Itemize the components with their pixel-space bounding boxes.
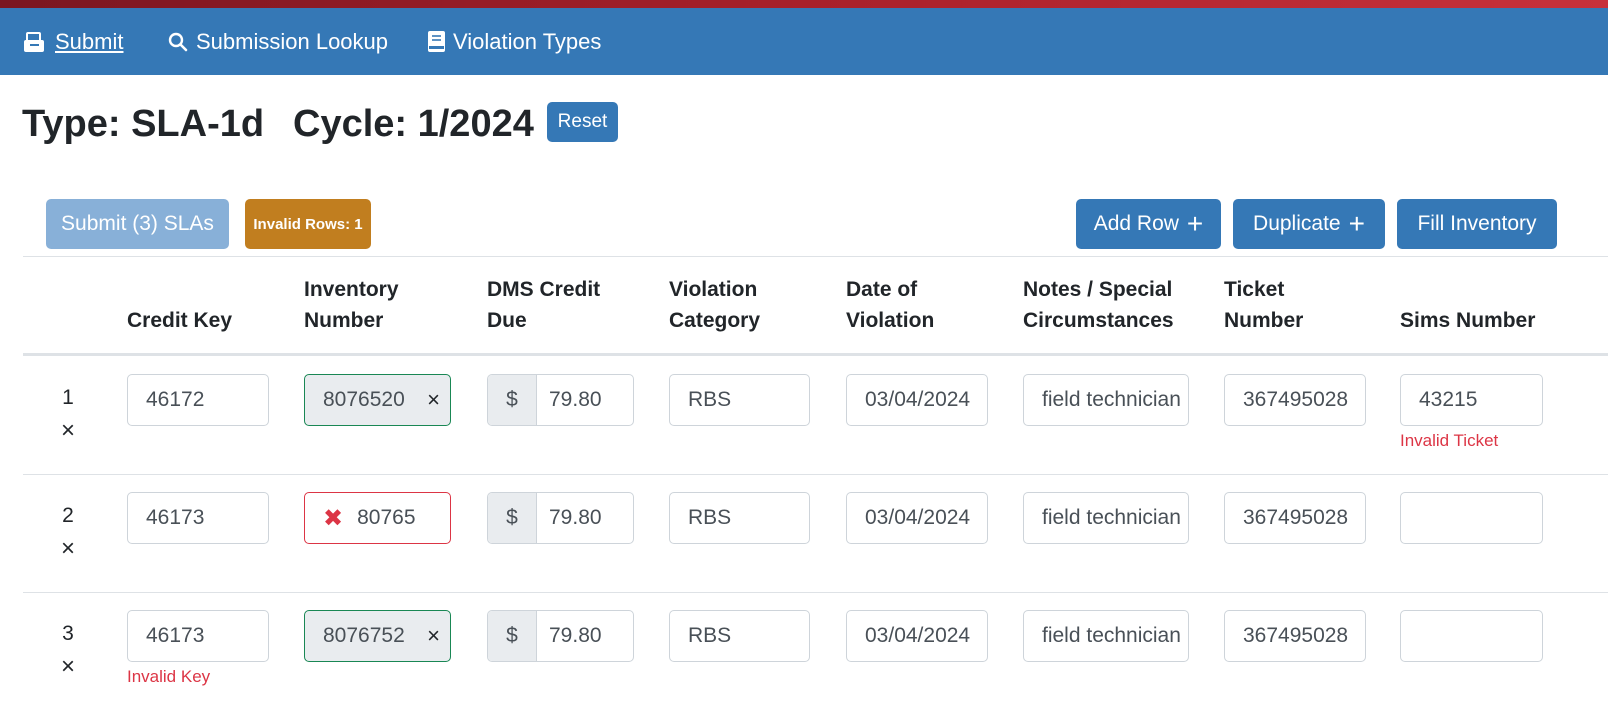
row-divider — [23, 474, 1608, 475]
column-header-line2: Number — [1224, 309, 1304, 332]
column-header-line1: Violation — [669, 278, 758, 301]
credit-key-input[interactable]: 46172 — [127, 374, 269, 426]
delete-row-icon[interactable]: × — [57, 537, 79, 561]
form-type-heading: Type: SLA-1d — [22, 102, 265, 145]
search-icon — [168, 32, 188, 51]
plus-icon: + — [1348, 208, 1365, 239]
violation-category-select[interactable]: RBS — [669, 610, 810, 662]
column-header: Inventory Number — [304, 274, 399, 336]
column-header: Violation Category — [669, 274, 760, 336]
sims-number-input[interactable] — [1400, 610, 1543, 662]
book-icon — [428, 31, 445, 52]
dms-credit-input[interactable]: 79.80 — [537, 493, 633, 543]
dms-credit-input[interactable]: 79.80 — [537, 375, 633, 425]
column-header-line1 — [1400, 274, 1535, 305]
ticket-number-input[interactable]: 367495028 — [1224, 610, 1366, 662]
credit-key-input[interactable]: 46173 — [127, 492, 269, 544]
table-top-divider — [23, 256, 1608, 257]
table-header-divider — [23, 353, 1608, 356]
invalid-icon: ✖ — [323, 504, 344, 532]
column-header: Ticket Number — [1224, 274, 1303, 336]
column-header-line1: Date of — [846, 278, 918, 301]
currency-prefix: $ — [488, 611, 537, 661]
inventory-number-value: 8076520 — [323, 388, 405, 411]
sims-number-input[interactable] — [1400, 492, 1543, 544]
column-header-line2: Credit Key — [127, 309, 233, 332]
currency-prefix: $ — [488, 493, 537, 543]
nav-submit[interactable]: Submit — [23, 8, 123, 75]
notes-input[interactable]: field technician — [1023, 610, 1189, 662]
reset-button[interactable]: Reset — [547, 102, 618, 142]
dms-credit-input-group: $79.80 — [487, 492, 634, 544]
dms-credit-input[interactable]: 79.80 — [537, 611, 633, 661]
inventory-number-input[interactable]: 8076752 × — [304, 610, 451, 662]
date-of-violation-input[interactable]: 03/04/2024 — [846, 374, 988, 426]
column-header: Credit Key — [127, 274, 232, 336]
delete-row-icon[interactable]: × — [57, 419, 79, 443]
column-header-line2: Due — [487, 309, 527, 332]
sims-error-message: Invalid Ticket — [1400, 431, 1499, 450]
column-header-line2: Violation — [846, 309, 935, 332]
add-row-label: Add Row — [1093, 212, 1179, 235]
dms-credit-input-group: $79.80 — [487, 374, 634, 426]
credit-key-input[interactable]: 46173 — [127, 610, 269, 662]
clear-icon[interactable]: × — [427, 388, 440, 412]
column-header-line2: Sims Number — [1400, 309, 1536, 332]
column-header-line1: Notes / Special — [1023, 278, 1173, 301]
nav-submission-lookup[interactable]: Submission Lookup — [168, 8, 388, 75]
column-header-line1: Inventory — [304, 278, 399, 301]
nav-violation-types[interactable]: Violation Types — [428, 8, 601, 75]
clear-icon[interactable]: × — [427, 624, 440, 648]
inventory-number-input[interactable]: ✖ 80765 — [304, 492, 451, 544]
column-header: Notes / Special Circumstances — [1023, 274, 1174, 336]
row-number: 3 — [62, 622, 74, 645]
currency-prefix: $ — [488, 375, 537, 425]
row-number: 1 — [62, 386, 74, 409]
inventory-number-input[interactable]: 8076520 × — [304, 374, 451, 426]
notes-input[interactable]: field technician — [1023, 492, 1189, 544]
column-header-line2: Category — [669, 309, 761, 332]
column-header-line1 — [127, 274, 232, 305]
duplicate-label: Duplicate — [1253, 212, 1341, 235]
column-header: DMS Credit Due — [487, 274, 600, 336]
column-header-line2: Number — [304, 309, 384, 332]
add-row-button[interactable]: Add Row + — [1076, 199, 1221, 249]
dms-credit-input-group: $79.80 — [487, 610, 634, 662]
date-of-violation-input[interactable]: 03/04/2024 — [846, 610, 988, 662]
credit-key-error-message: Invalid Key — [127, 667, 211, 686]
nav-violation-types-label: Violation Types — [453, 28, 602, 54]
ticket-number-input[interactable]: 367495028 — [1224, 492, 1366, 544]
nav-submit-label: Submit — [55, 28, 124, 54]
ticket-number-input[interactable]: 367495028 — [1224, 374, 1366, 426]
row-divider — [23, 592, 1608, 593]
sims-number-input[interactable]: 43215 — [1400, 374, 1543, 426]
notes-input[interactable]: field technician — [1023, 374, 1189, 426]
column-header-line1: Ticket — [1224, 278, 1285, 301]
cycle-heading: Cycle: 1/2024 — [293, 102, 534, 145]
nav-submission-lookup-label: Submission Lookup — [196, 28, 389, 54]
date-of-violation-input[interactable]: 03/04/2024 — [846, 492, 988, 544]
submit-slas-button[interactable]: Submit (3) SLAs — [46, 199, 229, 249]
submit-icon — [24, 31, 44, 52]
top-accent-stripe — [0, 0, 1608, 8]
inventory-number-value: 8076752 — [323, 624, 405, 647]
column-header: Sims Number — [1400, 274, 1535, 336]
column-header-line1: DMS Credit — [487, 278, 601, 301]
delete-row-icon[interactable]: × — [57, 655, 79, 679]
navbar: Submit Submission Lookup Violation Types — [0, 8, 1608, 75]
row-number: 2 — [62, 504, 74, 527]
plus-icon: + — [1186, 208, 1204, 239]
column-header: Date of Violation — [846, 274, 934, 336]
violation-category-select[interactable]: RBS — [669, 492, 810, 544]
column-header-line2: Circumstances — [1023, 309, 1174, 332]
duplicate-button[interactable]: Duplicate + — [1233, 199, 1385, 249]
violation-category-select[interactable]: RBS — [669, 374, 810, 426]
fill-inventory-button[interactable]: Fill Inventory — [1397, 199, 1557, 249]
invalid-rows-badge: Invalid Rows: 1 — [245, 199, 371, 249]
inventory-number-value: 80765 — [357, 506, 416, 529]
